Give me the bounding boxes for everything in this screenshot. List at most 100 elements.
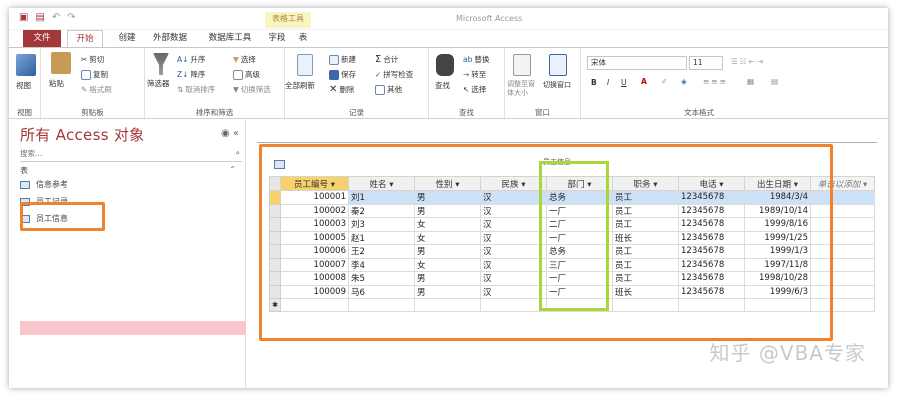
spelling-button[interactable]: ✓ 拼写检查: [375, 69, 413, 80]
goto-icon: →: [463, 70, 470, 79]
sort-asc-icon: A↓: [177, 55, 189, 64]
filter-icon[interactable]: [153, 53, 169, 75]
font-name-select[interactable]: 宋体: [587, 56, 687, 70]
list-format-buttons[interactable]: ☰ ☷ ⇤ ⇥: [731, 57, 763, 66]
goto-button[interactable]: → 转至: [463, 69, 486, 80]
tab-fields[interactable]: 字段: [265, 30, 289, 47]
delete-record-button[interactable]: ✕ 删除: [329, 84, 354, 95]
group-view: 视图 视图: [9, 48, 41, 120]
align-buttons[interactable]: ≡ ≡ ≡: [703, 77, 726, 86]
sort-desc-icon: Z↓: [177, 70, 189, 79]
advanced-button[interactable]: 高级: [233, 69, 260, 80]
group-records: 全部刷新 新建 保存 ✕ 删除 Σ 合计 ✓ 拼写检查 其他 记录: [285, 48, 429, 120]
italic-button[interactable]: I: [607, 78, 609, 87]
nav-group-label: 表: [20, 166, 28, 175]
paste-button[interactable]: 粘贴: [49, 78, 64, 89]
remove-sort-icon: ⇅: [177, 85, 184, 94]
save-record-button[interactable]: 保存: [329, 69, 356, 80]
spelling-icon: ✓: [375, 70, 382, 79]
highlight-color-icon[interactable]: ✐: [661, 77, 667, 86]
refresh-icon[interactable]: [297, 54, 313, 76]
tab-home[interactable]: 开始: [67, 30, 103, 47]
quick-access-toolbar: ▣ ▤ ↶ ↷: [19, 12, 76, 23]
save-icon[interactable]: ▤: [35, 12, 44, 23]
group-label-sort-filter: 排序和筛选: [195, 108, 234, 117]
bold-button[interactable]: B: [591, 78, 597, 87]
indent-icon: ⇤: [748, 57, 755, 66]
more-icon: [375, 84, 385, 95]
access-logo-icon: ▣: [19, 12, 29, 23]
copy-button[interactable]: 复制: [81, 69, 108, 80]
collapse-nav-icon[interactable]: «: [233, 128, 239, 139]
title-bar: ▣ ▤ ↶ ↷ 表格工具 Microsoft Access: [9, 8, 888, 30]
fit-window-icon[interactable]: [513, 54, 531, 76]
tab-external-data[interactable]: 外部数据: [147, 30, 193, 47]
tab-database-tools[interactable]: 数据库工具: [201, 30, 259, 47]
group-label-records: 记录: [349, 108, 364, 117]
search-icon: ⌕: [235, 148, 240, 157]
find-button[interactable]: 查找: [435, 80, 450, 91]
filter-button[interactable]: 筛选器: [147, 78, 170, 89]
collapse-group-icon: ⌃: [229, 165, 236, 174]
refresh-all-button[interactable]: 全部刷新: [285, 80, 315, 91]
group-window: 调整至窗体大小 切换窗口 窗口: [505, 48, 581, 120]
toggle-filter-icon: ▼: [233, 85, 239, 94]
nav-pane-title[interactable]: 所有 Access 对象: [20, 124, 145, 145]
remove-sort-button[interactable]: ⇅ 取消排序: [177, 84, 215, 95]
view-icon[interactable]: [16, 54, 36, 76]
font-size-select[interactable]: 11: [689, 56, 723, 70]
group-label-window: 窗口: [535, 108, 550, 117]
new-record-icon: [329, 54, 339, 65]
numbered-list-icon: ☷: [739, 57, 747, 66]
ribbon: 视图 视图 粘贴 ✂ 剪切 复制 ✎ 格式刷 剪贴板 筛选器 A↓ 升序 Z↓ 降序 ⇅…: [9, 47, 888, 120]
ribbon-tabs: 文件 开始 创建 外部数据 数据库工具 字段 表: [9, 30, 888, 47]
toggle-filter-button[interactable]: ▼ 切换筛选: [233, 84, 271, 95]
selection-button[interactable]: ▼ 选择: [233, 54, 256, 65]
delete-icon: ✕: [329, 84, 338, 95]
underline-button[interactable]: U: [621, 78, 627, 87]
new-record-button[interactable]: 新建: [329, 54, 356, 65]
alternate-row-color-icon[interactable]: ▤: [771, 77, 778, 86]
switch-window-button[interactable]: 切换窗口: [543, 80, 571, 90]
window-title: Microsoft Access: [456, 14, 523, 23]
align-left-icon: ≡: [703, 77, 710, 86]
nav-group-tables[interactable]: 表 ⌃: [20, 165, 242, 176]
align-center-icon: ≡: [711, 77, 718, 86]
nav-search-input[interactable]: 搜索... ⌕: [20, 148, 242, 162]
select-button[interactable]: ↖ 选择: [463, 84, 486, 95]
tab-create[interactable]: 创建: [113, 30, 141, 47]
view-button[interactable]: 视图: [16, 80, 31, 91]
font-color-icon[interactable]: A: [641, 77, 647, 86]
tab-table[interactable]: 表: [293, 30, 313, 47]
watermark: 知乎 @VBA专家: [709, 341, 866, 365]
replace-icon: ab: [463, 55, 473, 64]
advanced-icon: [233, 69, 243, 80]
nav-item-highlight-box: [20, 202, 105, 231]
redo-icon[interactable]: ↷: [67, 12, 75, 23]
copy-icon: [81, 69, 91, 80]
fit-window-button[interactable]: 调整至窗体大小: [507, 80, 541, 98]
replace-button[interactable]: ab 替换: [463, 54, 489, 65]
tab-file[interactable]: 文件: [23, 30, 61, 47]
sort-desc-button[interactable]: Z↓ 降序: [177, 69, 205, 80]
save-record-icon: [329, 69, 339, 80]
totals-button[interactable]: Σ 合计: [375, 54, 398, 65]
nav-menu-icon[interactable]: ◉: [221, 128, 230, 139]
fill-color-icon[interactable]: ◈: [681, 77, 687, 86]
align-right-icon: ≡: [719, 77, 726, 86]
selection-icon: ▼: [233, 55, 239, 64]
navigation-pane: 所有 Access 对象 ◉ « 搜索... ⌕ 表 ⌃ 信息参考 员工记录 员…: [9, 120, 246, 388]
undo-icon[interactable]: ↶: [52, 12, 60, 23]
sigma-icon: Σ: [375, 54, 382, 65]
switch-window-icon[interactable]: [549, 54, 567, 76]
sort-asc-button[interactable]: A↓ 升序: [177, 54, 205, 65]
more-button[interactable]: 其他: [375, 84, 402, 95]
format-painter-button[interactable]: ✎ 格式刷: [81, 84, 112, 95]
nav-search-placeholder: 搜索...: [20, 149, 43, 158]
gridlines-icon[interactable]: ▦: [747, 77, 754, 86]
outdent-icon: ⇥: [756, 57, 764, 66]
paste-icon[interactable]: [51, 52, 71, 74]
cut-button[interactable]: ✂ 剪切: [81, 54, 104, 65]
binoculars-icon[interactable]: [436, 54, 454, 76]
nav-item-info-reference[interactable]: 信息参考: [20, 178, 68, 192]
